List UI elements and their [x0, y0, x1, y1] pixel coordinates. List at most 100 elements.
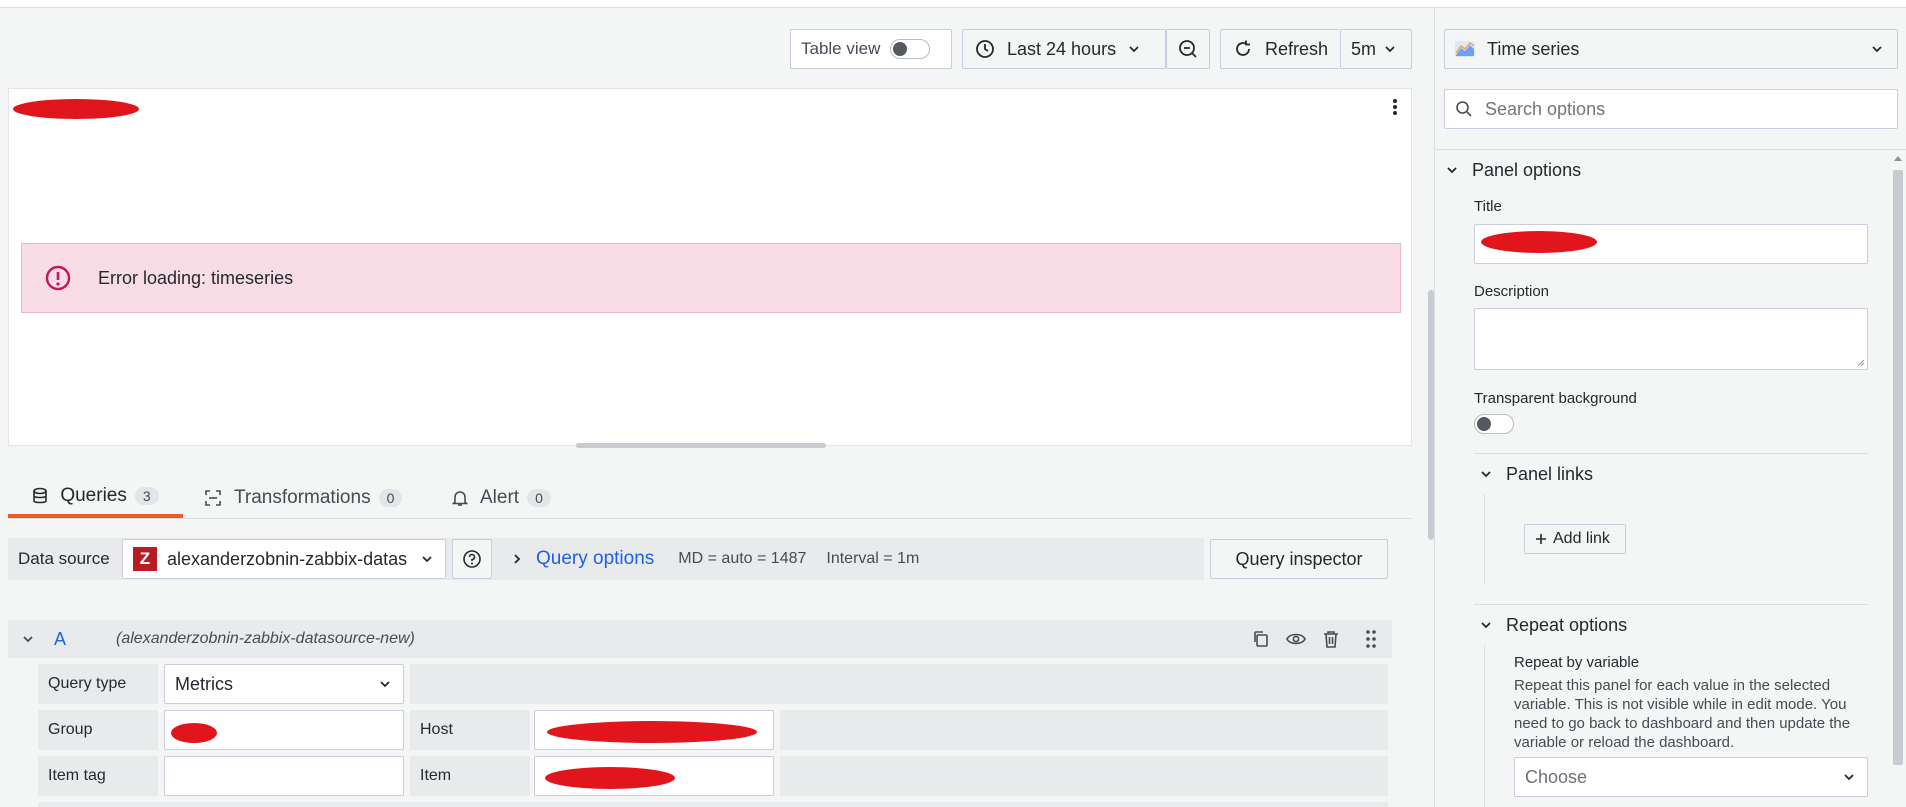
panel-links-header[interactable]: Panel links [1474, 460, 1868, 488]
md-text: MD = auto = 1487 [678, 550, 807, 567]
host-input[interactable] [534, 710, 774, 750]
datasource-picker[interactable]: Z alexanderzobnin-zabbix-datas [122, 539, 446, 579]
tab-transformations-count: 0 [378, 489, 403, 507]
refresh-button[interactable]: Refresh [1220, 29, 1340, 69]
repeat-options-guide [1484, 645, 1485, 807]
tab-alert-label: Alert [480, 487, 520, 508]
resize-grip-icon [1857, 359, 1865, 367]
table-view-toggle[interactable]: Table view [790, 29, 952, 69]
panel-resize-handle[interactable] [576, 443, 826, 448]
repeat-options-divider [1474, 604, 1868, 605]
repeat-variable-select[interactable]: Choose [1514, 757, 1868, 797]
error-icon [44, 264, 72, 292]
item-label: Item [410, 756, 530, 796]
panel-options-header[interactable]: Panel options [1440, 156, 1880, 184]
host-value-redacted [547, 721, 757, 743]
query-datasource-name: (alexanderzobnin-zabbix-datasource-new) [116, 630, 415, 647]
search-icon [1455, 100, 1473, 118]
database-icon [32, 487, 48, 505]
zoom-out-button[interactable] [1166, 29, 1210, 69]
query-a-header: A (alexanderzobnin-zabbix-datasource-new… [8, 620, 1392, 658]
panel-links-divider [1474, 453, 1868, 454]
toggle-knob [1477, 417, 1491, 431]
repeat-options-header[interactable]: Repeat options [1474, 611, 1868, 639]
duplicate-query-button[interactable] [1250, 628, 1272, 650]
time-range-label: Last 24 hours [1007, 38, 1117, 59]
group-input[interactable] [164, 710, 404, 750]
add-link-button[interactable]: Add link [1524, 524, 1626, 554]
datasource-help-button[interactable] [452, 539, 492, 579]
query-type-row-filler [410, 664, 1388, 704]
panel-links-guide [1484, 494, 1485, 584]
chevron-up-icon[interactable] [1893, 154, 1903, 162]
time-range-picker[interactable]: Last 24 hours [962, 29, 1166, 69]
sidebar-scrollbar-thumb[interactable] [1893, 170, 1903, 765]
bell-icon [452, 489, 468, 507]
query-type-label: Query type [38, 664, 158, 704]
toggle-query-visibility-button[interactable] [1285, 628, 1307, 650]
title-label: Title [1474, 198, 1502, 215]
tab-alert[interactable]: Alert 0 [452, 478, 582, 518]
zoom-out-icon [1177, 38, 1199, 60]
plus-icon [1535, 533, 1547, 545]
panel-menu-button[interactable] [1381, 93, 1409, 121]
description-textarea[interactable] [1474, 308, 1868, 370]
title-value-redacted [1481, 231, 1597, 253]
item-input[interactable] [534, 756, 774, 796]
query-type-value: Metrics [175, 673, 233, 694]
chevron-right-icon [512, 553, 522, 565]
host-label: Host [410, 710, 530, 750]
refresh-interval-picker[interactable]: 5m [1340, 29, 1412, 69]
query-ref-id[interactable]: A [54, 629, 66, 650]
tab-alert-count: 0 [527, 489, 551, 507]
options-search-input[interactable] [1483, 97, 1887, 121]
drag-handle[interactable] [1360, 628, 1382, 650]
query-inspector-button[interactable]: Query inspector [1210, 539, 1388, 579]
tab-queries-count: 3 [134, 487, 159, 505]
delete-query-button[interactable] [1320, 628, 1342, 650]
error-alert: Error loading: timeseries [21, 243, 1401, 313]
error-message: Error loading: timeseries [98, 267, 294, 288]
repeat-options-title: Repeat options [1506, 614, 1628, 635]
title-input[interactable] [1474, 224, 1868, 264]
visualization-label: Time series [1487, 38, 1580, 59]
chevron-down-icon [1128, 43, 1140, 55]
search-divider [1434, 149, 1906, 150]
chevron-down-icon [1384, 43, 1396, 55]
group-row-filler [780, 710, 1388, 750]
choose-placeholder: Choose [1525, 766, 1588, 787]
add-link-label: Add link [1553, 530, 1610, 547]
table-view-switch[interactable] [890, 39, 931, 59]
description-label: Description [1474, 283, 1550, 300]
chevron-down-icon[interactable] [22, 633, 34, 645]
item-row-filler [780, 756, 1388, 796]
tab-queries[interactable]: Queries 3 [8, 478, 183, 518]
top-bar [0, 0, 1906, 8]
chevron-down-icon [1480, 468, 1492, 480]
datasource-label: Data source [18, 549, 110, 568]
panel-preview: Error loading: timeseries [8, 88, 1412, 446]
item-tag-label: Item tag [38, 756, 158, 796]
transform-icon [204, 489, 222, 507]
tabs-divider [8, 518, 1412, 519]
chevron-down-icon [1446, 164, 1458, 176]
time-series-icon [1455, 41, 1475, 57]
tab-queries-label: Queries [60, 485, 127, 506]
transparent-background-toggle[interactable] [1474, 414, 1514, 434]
item-tag-input[interactable] [164, 756, 404, 796]
query-type-select[interactable]: Metrics [164, 664, 404, 704]
chevron-down-icon [379, 678, 391, 690]
chevron-down-icon [1480, 619, 1492, 631]
options-search[interactable] [1444, 89, 1898, 129]
tab-transformations[interactable]: Transformations 0 [204, 478, 424, 518]
query-options-toggle[interactable]: Query options MD = auto = 1487 Interval … [498, 539, 1204, 579]
item-value-redacted [545, 767, 675, 789]
chevron-down-icon [421, 553, 433, 565]
zabbix-logo-icon: Z [133, 547, 157, 571]
repeat-description: Repeat this panel for each value in the … [1514, 677, 1851, 751]
visualization-picker[interactable]: Time series [1444, 29, 1898, 69]
clock-icon [975, 39, 995, 59]
group-value-redacted [171, 723, 217, 743]
chevron-down-icon [1871, 43, 1883, 55]
refresh-label: Refresh [1265, 38, 1329, 59]
